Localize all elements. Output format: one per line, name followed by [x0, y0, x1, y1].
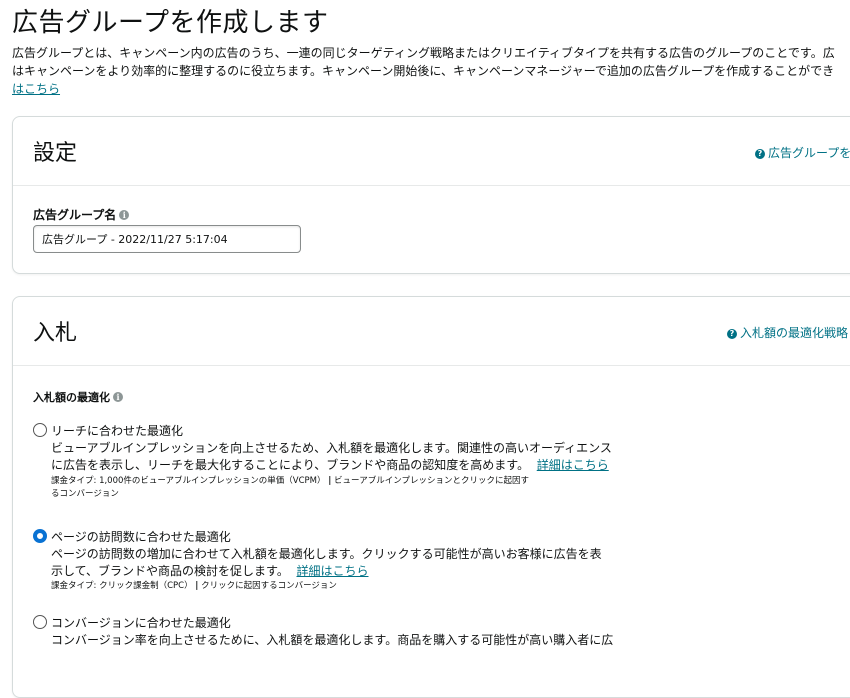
option-desc-text: 示して、ブランドや商品の検討を促します。: [51, 564, 289, 578]
bidding-help-label: 入札額の最適化戦略: [740, 326, 849, 340]
settings-title: 設定: [33, 141, 78, 166]
intro-learn-more-link[interactable]: はこちら: [12, 82, 60, 96]
info-icon[interactable]: i: [113, 392, 123, 402]
bidding-help-link[interactable]: ? 入札額の最適化戦略: [727, 324, 848, 341]
settings-card: 設定 ? 広告グループを 広告グループ名 i: [12, 116, 850, 274]
radio-reach[interactable]: [33, 423, 47, 437]
option-title: ページの訪問数に合わせた最適化: [51, 530, 231, 544]
billing-type-text: 課金タイプ: クリック課金制（CPC）: [51, 581, 193, 591]
option-meta-line: 課金タイプ: 1,000件のビューアブルインプレッションの単価（VCPM） | …: [51, 475, 651, 488]
bidding-card-header: 入札 ? 入札額の最適化戦略: [13, 297, 850, 366]
page-title: 広告グループを作成します: [12, 8, 329, 38]
option-meta-line: るコンバージョン: [51, 489, 119, 499]
bidding-title: 入札: [33, 321, 78, 346]
option-desc-line: ビューアブルインプレッションを向上させるため、入札額を最適化します。関連性の高い…: [51, 441, 612, 455]
radio-page-visits[interactable]: [33, 529, 47, 543]
billing-attribution-text: クリックに起因するコンバージョン: [201, 581, 337, 591]
settings-help-link[interactable]: ? 広告グループを: [755, 144, 850, 161]
intro-line: はキャンペーンをより効率的に整理するのに役立ちます。キャンペーン開始後に、キャン…: [12, 64, 835, 78]
bidding-card: 入札 ? 入札額の最適化戦略 入札額の最適化 i リーチに合わせた最適化 ビューアブ…: [12, 296, 850, 698]
option-title: コンバージョンに合わせた最適化: [51, 616, 231, 630]
option-description: ページの訪問数の増加に合わせて入札額を最適化します。クリックする可能性が高いお客…: [51, 546, 651, 580]
info-icon[interactable]: i: [119, 210, 130, 220]
question-icon: ?: [727, 329, 737, 339]
option-meta-line: 課金タイプ: クリック課金制（CPC） | クリックに起因するコンバージョン: [51, 580, 651, 593]
ad-group-name-label-text: 広告グループ名: [33, 208, 117, 222]
option-billing-info: 課金タイプ: 1,000件のビューアブルインプレッションの単価（VCPM） | …: [51, 475, 651, 501]
intro-text: 広告グループとは、キャンペーン内の広告のうち、一連の同じターゲティング戦略または…: [12, 44, 850, 98]
page-visits-learn-more-link[interactable]: 詳細はこちら: [296, 564, 368, 578]
reach-learn-more-link[interactable]: 詳細はこちら: [537, 458, 609, 472]
option-description: ビューアブルインプレッションを向上させるため、入札額を最適化します。関連性の高い…: [51, 440, 651, 474]
radio-conversions[interactable]: [33, 615, 47, 629]
bid-optimization-label-text: 入札額の最適化: [33, 391, 110, 404]
option-billing-info: 課金タイプ: クリック課金制（CPC） | クリックに起因するコンバージョン: [51, 580, 651, 593]
option-description: コンバージョン率を向上させるために、入札額を最適化します。商品を購入する可能性が…: [51, 632, 651, 649]
ad-group-name-input[interactable]: [33, 225, 301, 253]
settings-help-label: 広告グループを: [768, 146, 850, 160]
separator: |: [195, 581, 199, 591]
billing-type-text: 課金タイプ: 1,000件のビューアブルインプレッションの単価（VCPM）: [51, 476, 326, 486]
settings-card-header: 設定 ? 広告グループを: [13, 117, 850, 186]
option-desc-line: 示して、ブランドや商品の検討を促します。 詳細はこちら: [51, 563, 651, 580]
billing-attribution-text: ビューアブルインプレッションとクリックに起因す: [334, 476, 529, 486]
ad-group-name-label: 広告グループ名 i: [33, 206, 130, 223]
option-title: リーチに合わせた最適化: [51, 424, 184, 438]
separator: |: [328, 476, 332, 486]
bid-optimization-label: 入札額の最適化 i: [33, 389, 123, 405]
question-icon: ?: [755, 149, 765, 159]
option-desc-line: ページの訪問数の増加に合わせて入札額を最適化します。クリックする可能性が高いお客…: [51, 547, 602, 561]
option-desc-text: に広告を表示し、リーチを最大化することにより、ブランドや商品の認知度を高めます。: [51, 458, 530, 472]
option-desc-line: コンバージョン率を向上させるために、入札額を最適化します。商品を購入する可能性が…: [51, 633, 614, 647]
option-desc-line: に広告を表示し、リーチを最大化することにより、ブランドや商品の認知度を高めます。…: [51, 457, 651, 474]
intro-line: 広告グループとは、キャンペーン内の広告のうち、一連の同じターゲティング戦略または…: [12, 46, 835, 60]
